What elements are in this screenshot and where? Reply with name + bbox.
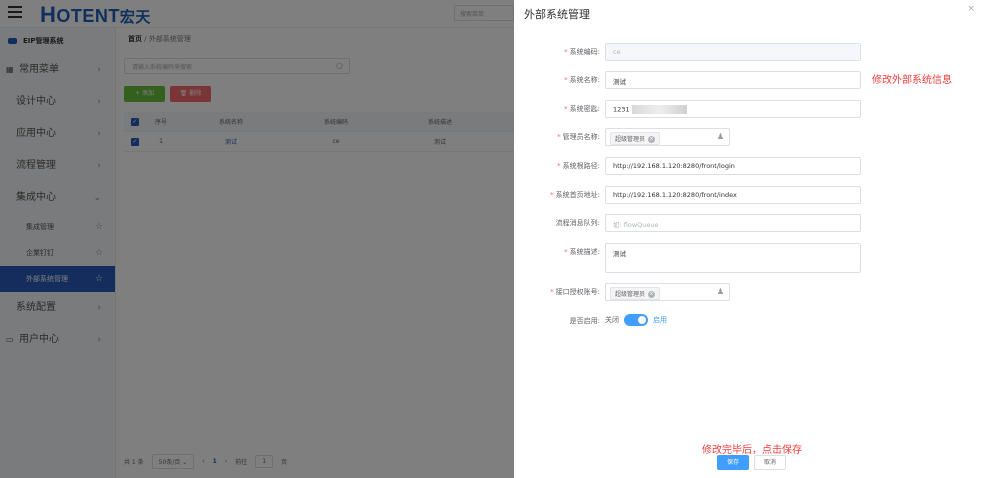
queue-placeholder: 如: flowQueue xyxy=(613,221,659,229)
admin-tag: 超级管理员 × xyxy=(610,132,661,145)
close-icon[interactable]: × xyxy=(967,4,975,14)
account-tag: 超级管理员 × xyxy=(610,287,661,300)
desc-label: * 系统描述: xyxy=(564,248,600,256)
secret-value: 1231 xyxy=(613,105,630,114)
admin-selector[interactable]: 超级管理员 × ♟ xyxy=(605,128,730,146)
enabled-toggle-row: 关闭 启用 xyxy=(605,314,667,326)
system-desc-textarea[interactable]: 测试 xyxy=(605,243,861,273)
drawer-title: 外部系统管理 xyxy=(524,8,590,21)
off-label: 关闭 xyxy=(605,316,619,324)
admin-label: * 管理员名称: xyxy=(557,133,600,141)
cancel-button[interactable]: 取消 xyxy=(754,455,786,470)
redaction-mask xyxy=(631,105,687,114)
tag-remove-icon[interactable]: × xyxy=(648,291,656,298)
annotation-save: 修改完毕后，点击保存 xyxy=(702,445,802,456)
user-icon[interactable]: ♟ xyxy=(717,132,724,141)
enabled-switch[interactable] xyxy=(624,314,648,326)
system-name-field[interactable]: 测试 xyxy=(605,71,861,89)
save-button[interactable]: 保存 xyxy=(717,455,749,470)
system-code-field: ce xyxy=(605,43,861,61)
annotation-edit: 修改外部系统信息 xyxy=(872,75,952,86)
home-url-field[interactable]: http://192.168.1.120:8280/front/index xyxy=(605,186,861,204)
code-label: * 系统编码: xyxy=(564,48,600,56)
user-icon[interactable]: ♟ xyxy=(717,287,724,296)
home-url-label: * 系统首页地址: xyxy=(550,191,600,199)
root-path-label: * 系统根路径: xyxy=(557,162,600,170)
admin-tag-label: 超级管理员 xyxy=(615,136,646,143)
edit-drawer: 外部系统管理 × * 系统编码: ce * 系统名称: 测试 修改外部系统信息 * 系… xyxy=(514,0,985,478)
tag-remove-icon[interactable]: × xyxy=(648,136,656,143)
secret-label: * 系统密匙: xyxy=(564,105,600,113)
account-tag-label: 超级管理员 xyxy=(615,291,646,298)
root-path-field[interactable]: http://192.168.1.120:8280/front/login xyxy=(605,157,861,175)
account-label: * 接口授权账号: xyxy=(550,288,600,296)
on-label: 启用 xyxy=(653,316,667,324)
queue-label: 流程消息队列: xyxy=(555,219,600,227)
message-queue-field[interactable]: 如: flowQueue xyxy=(605,214,861,232)
switch-knob xyxy=(638,316,646,324)
enabled-label: 是否启用: xyxy=(569,317,600,325)
name-label: * 系统名称: xyxy=(564,76,600,84)
auth-account-selector[interactable]: 超级管理员 × ♟ xyxy=(605,283,730,301)
system-secret-field[interactable]: 1231 xyxy=(605,100,861,118)
